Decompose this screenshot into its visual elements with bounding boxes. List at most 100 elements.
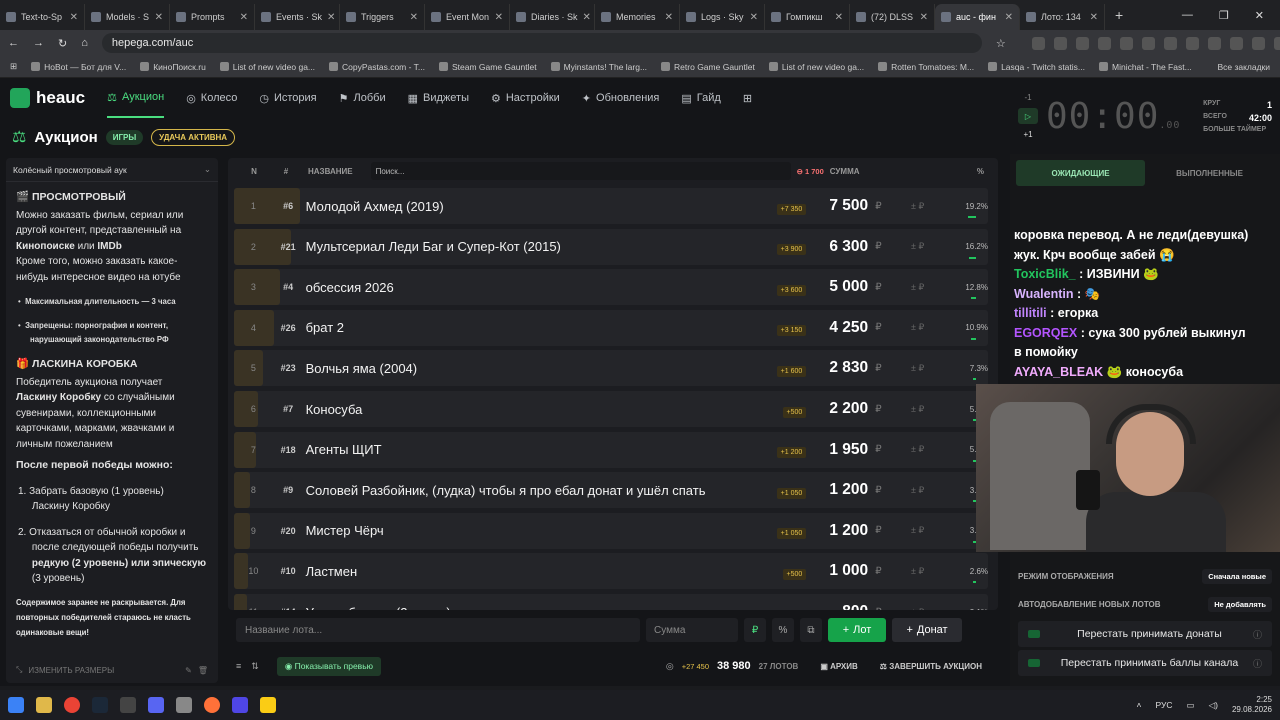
extension-icon[interactable] bbox=[1075, 36, 1089, 50]
close-icon[interactable]: ✕ bbox=[495, 12, 503, 23]
extension-icon[interactable] bbox=[1229, 36, 1243, 50]
table-row[interactable]: 2 #21 Мультсериал Леди Баг и Супер-Кот (20… bbox=[234, 228, 988, 265]
amount-input[interactable]: Сумма bbox=[646, 618, 738, 642]
close-icon[interactable]: ✕ bbox=[920, 12, 928, 23]
row-sum[interactable]: 7 500 bbox=[806, 197, 868, 215]
chrome-icon[interactable] bbox=[64, 697, 80, 713]
nav-item-4[interactable]: ▦ Виджеты bbox=[408, 92, 469, 105]
table-row[interactable]: 10 #10 Ластмен +500 1 000 ₽ ± ₽ 2.6% bbox=[234, 553, 988, 590]
terminal-icon[interactable] bbox=[120, 697, 136, 713]
all-bookmarks[interactable]: Все закладки bbox=[1217, 62, 1270, 72]
close-icon[interactable]: ✕ bbox=[583, 12, 591, 23]
bookmark[interactable]: HoBot — Бот для V... bbox=[31, 62, 126, 72]
row-name[interactable]: Соловей Разбойник, (лудка) чтобы я про е… bbox=[304, 483, 749, 498]
table-row[interactable]: 1 #6 Молодой Ахмед (2019) +7 350 7 500 ₽ ± ₽ 19… bbox=[234, 188, 988, 224]
search-input[interactable]: Поиск... bbox=[370, 162, 791, 180]
row-add-input[interactable]: ± ₽ bbox=[882, 525, 924, 536]
grid-icon[interactable]: ⊞ bbox=[743, 92, 752, 105]
bookmark[interactable]: Steam Game Gauntlet bbox=[439, 62, 537, 72]
row-name[interactable]: Мультсериал Леди Баг и Супер-Кот (2015) bbox=[304, 239, 749, 254]
extension-icon[interactable] bbox=[1097, 36, 1111, 50]
nav-item-2[interactable]: ◷ История bbox=[259, 92, 316, 105]
close-icon[interactable]: ✕ bbox=[1090, 12, 1098, 23]
extension-icon[interactable] bbox=[1273, 36, 1280, 50]
table-row[interactable]: 6#7Коносуба+5002 200₽± ₽5.6% bbox=[234, 391, 988, 427]
star-icon[interactable]: ☆ bbox=[996, 37, 1006, 50]
row-add-input[interactable]: ± ₽ bbox=[882, 485, 924, 496]
preview-toggle[interactable]: ◉ Показывать превью bbox=[276, 656, 381, 676]
chevron-up-icon[interactable]: ˄ bbox=[1137, 700, 1142, 710]
table-row[interactable]: 9#20Мистер Чёрч+1 0501 200₽± ₽3.1% bbox=[234, 512, 988, 549]
extension-icon[interactable] bbox=[1185, 36, 1199, 50]
browser-tab[interactable]: Events · Sk ✕ bbox=[255, 4, 340, 30]
url-field[interactable]: hepega.com/auc bbox=[101, 33, 982, 53]
row-sum[interactable]: 1 200 bbox=[806, 522, 868, 540]
display-mode-select[interactable]: Сначала новые bbox=[1202, 568, 1272, 584]
copy-icon[interactable]: ⧉ bbox=[800, 618, 822, 642]
browser-tab[interactable]: Prompts ✕ bbox=[170, 4, 255, 30]
app-icon[interactable] bbox=[176, 697, 192, 713]
volume-icon[interactable]: ◁) bbox=[1209, 700, 1218, 711]
bookmark[interactable]: List of new video ga... bbox=[219, 62, 315, 72]
close-icon[interactable]: ✕ bbox=[750, 12, 758, 23]
table-row[interactable]: 7#18Агенты ЩИТ+1 2001 950₽± ₽5.0% bbox=[234, 431, 988, 468]
browser-tab[interactable]: (72) DLSS ✕ bbox=[850, 4, 935, 30]
table-row[interactable]: 5 #23 Волчья яма (2004) +1 600 2 830 ₽ ± ₽ 7.3% bbox=[234, 350, 988, 387]
firefox-icon[interactable] bbox=[204, 697, 220, 713]
app-icon[interactable] bbox=[148, 697, 164, 713]
extension-icon[interactable] bbox=[1119, 36, 1133, 50]
close-window-icon[interactable]: ✕ bbox=[1255, 9, 1264, 22]
row-name[interactable]: Мистер Чёрч bbox=[304, 523, 749, 538]
logo[interactable]: heauc bbox=[10, 88, 85, 108]
browser-tab[interactable]: Гомпикш ✕ bbox=[765, 4, 850, 30]
network-icon[interactable]: ▭ bbox=[1187, 700, 1195, 711]
row-add-input[interactable]: ± ₽ bbox=[882, 322, 924, 333]
timer-plus-button[interactable]: +1 bbox=[1023, 130, 1032, 139]
play-icon[interactable]: ▷ bbox=[1018, 108, 1038, 124]
bookmark[interactable]: Lasqa - Twitch statis... bbox=[988, 62, 1085, 72]
bookmark[interactable]: CopyPastas.com - T... bbox=[329, 62, 425, 72]
nav-item-5[interactable]: ⚙ Настройки bbox=[491, 92, 560, 105]
close-icon[interactable]: ✕ bbox=[835, 12, 843, 23]
row-name[interactable]: Ластмен bbox=[304, 564, 749, 579]
extension-icon[interactable] bbox=[1251, 36, 1265, 50]
bookmark[interactable]: List of new video ga... bbox=[768, 62, 864, 72]
clock[interactable]: 2:25 29.08.2026 bbox=[1232, 695, 1272, 715]
row-add-input[interactable]: ± ₽ bbox=[882, 566, 924, 577]
timer-minus-button[interactable]: -1 bbox=[1024, 93, 1031, 102]
row-sum[interactable]: 1 200 bbox=[806, 481, 868, 499]
browser-tab[interactable]: Diaries · Sk ✕ bbox=[510, 4, 595, 30]
file-explorer-icon[interactable] bbox=[36, 697, 52, 713]
nav-item-3[interactable]: ⚑ Лобби bbox=[339, 92, 386, 105]
browser-tab[interactable]: Лото: 134 ✕ bbox=[1020, 4, 1105, 30]
trash-icon[interactable]: 🗑 bbox=[198, 666, 208, 675]
tab-pending[interactable]: ОЖИДАЮЩИЕ bbox=[1016, 160, 1145, 186]
row-add-input[interactable]: ± ₽ bbox=[882, 404, 924, 415]
browser-tab[interactable]: Event Mon ✕ bbox=[425, 4, 510, 30]
language-indicator[interactable]: РУС bbox=[1156, 700, 1173, 710]
nav-item-0[interactable]: ⚖ Аукцион bbox=[107, 78, 165, 118]
rub-toggle[interactable]: ₽ bbox=[744, 618, 766, 642]
extension-icon[interactable] bbox=[1207, 36, 1221, 50]
browser-tab[interactable]: auc - фин ✕ bbox=[935, 4, 1020, 30]
row-add-input[interactable]: ± ₽ bbox=[882, 607, 924, 611]
row-add-input[interactable]: ± ₽ bbox=[882, 241, 924, 252]
browser-tab[interactable]: Logs · Sky ✕ bbox=[680, 4, 765, 30]
apps-icon[interactable]: ⊞ bbox=[10, 61, 17, 72]
close-icon[interactable]: ✕ bbox=[327, 12, 335, 23]
sort-icon[interactable]: ⇅ bbox=[251, 661, 259, 672]
windows-start-icon[interactable] bbox=[8, 697, 24, 713]
row-add-input[interactable]: ± ₽ bbox=[882, 282, 924, 293]
bookmark[interactable]: Retro Game Gauntlet bbox=[661, 62, 755, 72]
close-icon[interactable]: ✕ bbox=[1005, 12, 1013, 23]
list-icon[interactable]: ≡ bbox=[236, 661, 241, 671]
add-lot-button[interactable]: + Лот bbox=[828, 618, 886, 642]
tab-done[interactable]: ВЫПОЛНЕННЫЕ bbox=[1145, 160, 1274, 186]
reload-icon[interactable]: ↻ bbox=[58, 37, 67, 50]
browser-tab[interactable]: Text-to-Sp ✕ bbox=[0, 4, 85, 30]
row-add-input[interactable]: ± ₽ bbox=[882, 201, 924, 212]
table-row[interactable]: 3 #4 обсессия 2026 +3 600 5 000 ₽ ± ₽ 12.8% bbox=[234, 269, 988, 306]
forward-icon[interactable]: → bbox=[33, 37, 44, 49]
games-badge[interactable]: ИГРЫ bbox=[105, 129, 144, 145]
row-name[interactable]: У края бездны (2 серия) bbox=[304, 605, 749, 611]
